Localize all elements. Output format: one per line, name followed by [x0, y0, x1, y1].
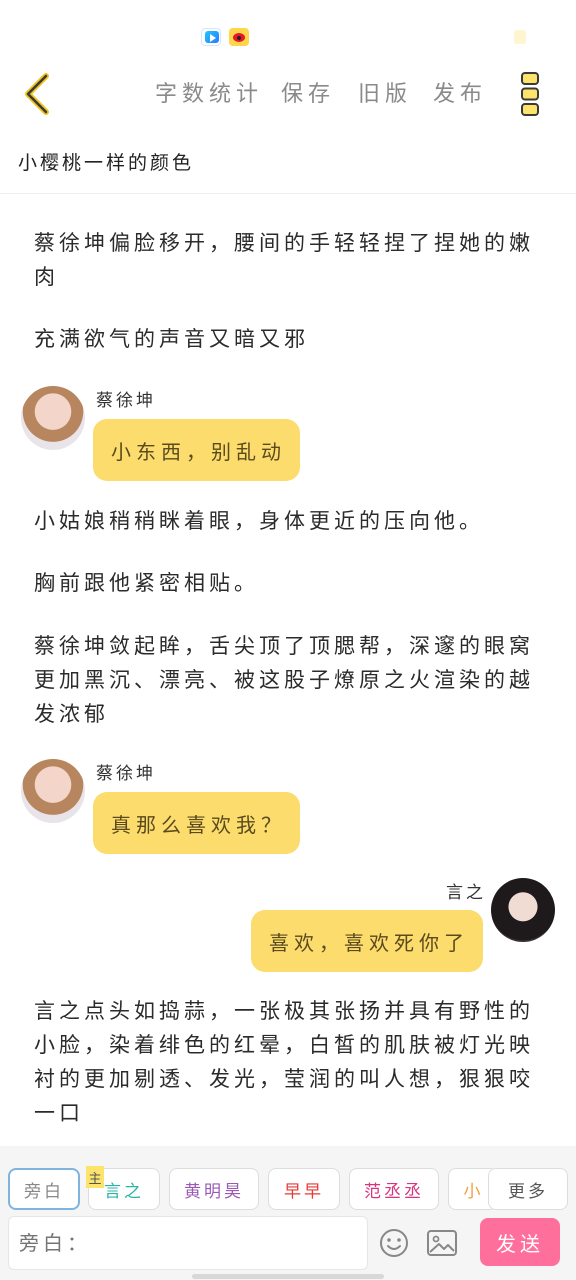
image-button[interactable]: [426, 1228, 458, 1258]
speaker-name: 蔡徐坤: [96, 764, 156, 784]
publish-button[interactable]: 发布: [433, 76, 487, 108]
old-version-button[interactable]: 旧版: [358, 76, 412, 108]
narration-paragraph[interactable]: 蔡徐坤敛起眸，舌尖顶了顶腮帮，深邃的眼窝更加黑沉、漂亮、被这股子燎原之火渲染的越…: [34, 629, 544, 731]
image-icon: [427, 1230, 457, 1256]
role-chip-zaozao[interactable]: 早早: [268, 1168, 340, 1210]
narration-paragraph[interactable]: 充满欲气的声音又暗又邪: [34, 322, 544, 356]
dialog-bubble[interactable]: 真那么喜欢我？: [93, 792, 300, 854]
smiley-icon: [380, 1229, 408, 1257]
weibo-app-icon: [229, 28, 249, 46]
emoji-button[interactable]: [378, 1227, 410, 1259]
status-bar: [0, 0, 576, 56]
home-indicator: [192, 1274, 384, 1279]
top-toolbar: 字数统计 保存 旧版 发布: [0, 56, 576, 132]
divider: [0, 193, 576, 194]
dialog-bubble[interactable]: 小东西，别乱动: [93, 419, 300, 481]
back-button[interactable]: [18, 72, 58, 116]
video-app-icon: [201, 28, 221, 46]
avatar: [21, 759, 85, 823]
speaker-name: 蔡徐坤: [96, 391, 156, 411]
narration-paragraph[interactable]: 蔡徐坤偏脸移开，腰间的手轻轻捏了捏她的嫩肉: [34, 226, 544, 294]
battery-icon: [514, 30, 526, 44]
narration-paragraph[interactable]: 小姑娘稍稍眯着眼，身体更近的压向他。: [34, 504, 544, 538]
narration-input-field[interactable]: [9, 1217, 367, 1269]
vertical-dots-icon: [521, 72, 539, 116]
avatar: [491, 878, 555, 942]
avatar: [21, 386, 85, 450]
send-button[interactable]: 发送: [480, 1218, 560, 1266]
more-menu-button[interactable]: [518, 70, 542, 118]
chevron-left-icon: [25, 73, 49, 115]
narration-paragraph[interactable]: 言之点头如捣蒜，一张极其张扬并具有野性的小脸，染着绯色的红晕，白皙的肌肤被灯光映…: [34, 994, 544, 1130]
narration-input[interactable]: [8, 1216, 368, 1270]
narration-paragraph[interactable]: 胸前跟他紧密相贴。: [34, 566, 544, 600]
more-roles-button[interactable]: 更多: [488, 1168, 568, 1210]
word-count-button[interactable]: 字数统计: [155, 76, 263, 108]
role-chip-huangmingyao[interactable]: 黄明昊: [169, 1168, 259, 1210]
speaker-name: 言之: [446, 883, 486, 903]
save-button[interactable]: 保存: [281, 76, 335, 108]
main-role-badge: 主: [86, 1166, 104, 1188]
role-chip-narration[interactable]: 旁白: [8, 1168, 80, 1210]
chapter-title[interactable]: 小樱桃一样的颜色: [18, 148, 194, 175]
role-chip-fanchengcheng[interactable]: 范丞丞: [349, 1168, 439, 1210]
dialog-bubble[interactable]: 喜欢，喜欢死你了: [251, 910, 483, 972]
